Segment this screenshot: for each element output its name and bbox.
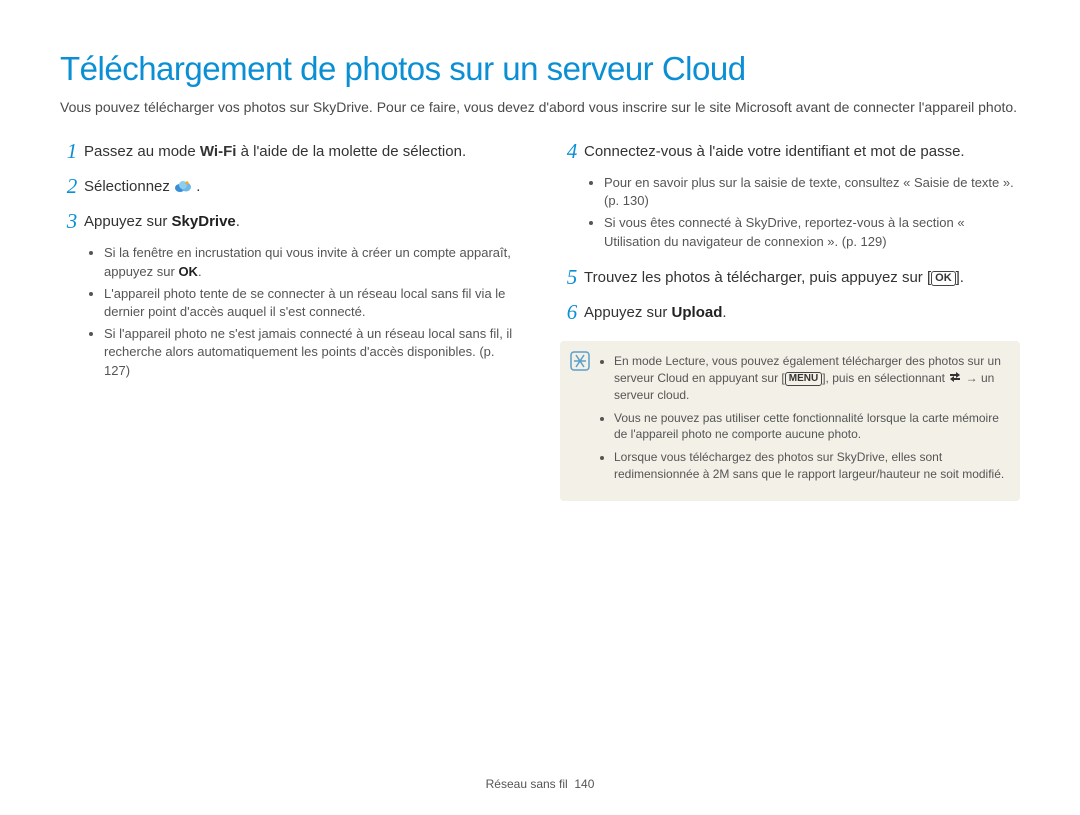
- text-post: à l'aide de la molette de sélection.: [236, 143, 466, 160]
- bullet-pre: Si la fenêtre en incrustation qui vous i…: [104, 245, 511, 278]
- step-number: 1: [60, 139, 84, 164]
- text-pre: Appuyez sur: [84, 213, 172, 230]
- text-pre: Appuyez sur: [584, 304, 672, 321]
- step-1: 1 Passez au mode Wi-Fi à l'aide de la mo…: [60, 139, 520, 164]
- step-text: Appuyez sur Upload.: [584, 300, 727, 324]
- bullet-post: .: [198, 264, 202, 279]
- step-2: 2 Sélectionnez .: [60, 174, 520, 199]
- step-3-bullets: Si la fenêtre en incrustation qui vous i…: [104, 244, 520, 379]
- left-column: 1 Passez au mode Wi-Fi à l'aide de la mo…: [60, 139, 520, 501]
- footer-page-number: 140: [574, 777, 594, 791]
- note-item: Lorsque vous téléchargez des photos sur …: [614, 449, 1006, 483]
- skydrive-label: SkyDrive: [172, 213, 236, 230]
- bullet-item: Pour en savoir plus sur la saisie de tex…: [604, 174, 1020, 210]
- text-post: .: [722, 304, 726, 321]
- upload-label: Upload: [672, 304, 723, 321]
- page-footer: Réseau sans fil 140: [0, 777, 1080, 791]
- note-icon: [570, 351, 590, 371]
- text-pre: Sélectionnez: [84, 178, 174, 195]
- step-text: Sélectionnez .: [84, 174, 200, 198]
- step-text: Trouvez les photos à télécharger, puis a…: [584, 265, 964, 289]
- two-column-layout: 1 Passez au mode Wi-Fi à l'aide de la mo…: [60, 139, 1020, 501]
- step-number: 4: [560, 139, 584, 164]
- cloud-icon: [174, 177, 192, 189]
- footer-section: Réseau sans fil: [486, 777, 568, 791]
- step-text: Connectez-vous à l'aide votre identifian…: [584, 139, 965, 163]
- page-title: Téléchargement de photos sur un serveur …: [60, 50, 1020, 88]
- step-5: 5 Trouvez les photos à télécharger, puis…: [560, 265, 1020, 290]
- step-number: 3: [60, 209, 84, 234]
- step-4: 4 Connectez-vous à l'aide votre identifi…: [560, 139, 1020, 164]
- text-pre: Trouvez les photos à télécharger, puis a…: [584, 269, 931, 286]
- note-box: En mode Lecture, vous pouvez également t…: [560, 341, 1020, 501]
- menu-button-icon: MENU: [785, 372, 822, 386]
- step-text: Passez au mode Wi-Fi à l'aide de la mole…: [84, 139, 466, 163]
- bullet-item: Si la fenêtre en incrustation qui vous i…: [104, 244, 520, 280]
- step-text: Appuyez sur SkyDrive.: [84, 209, 240, 233]
- step-number: 2: [60, 174, 84, 199]
- note-item: En mode Lecture, vous pouvez également t…: [614, 353, 1006, 403]
- step-3: 3 Appuyez sur SkyDrive.: [60, 209, 520, 234]
- text-post: ].: [956, 269, 964, 286]
- bullet-item: Si vous êtes connecté à SkyDrive, report…: [604, 214, 1020, 250]
- wifi-label: Wi-Fi: [200, 143, 237, 160]
- note-item: Vous ne pouvez pas utiliser cette foncti…: [614, 410, 1006, 444]
- note-list: En mode Lecture, vous pouvez également t…: [600, 353, 1006, 483]
- text-post: .: [236, 213, 240, 230]
- step-number: 6: [560, 300, 584, 325]
- step-4-bullets: Pour en savoir plus sur la saisie de tex…: [604, 174, 1020, 251]
- share-icon: [948, 370, 962, 384]
- ok-label: OK: [178, 264, 198, 279]
- text-pre: Passez au mode: [84, 143, 200, 160]
- note-mid: ], puis en sélectionnant: [822, 371, 948, 385]
- bullet-item: Si l'appareil photo ne s'est jamais conn…: [104, 325, 520, 380]
- step-6: 6 Appuyez sur Upload.: [560, 300, 1020, 325]
- text-post: .: [196, 178, 200, 195]
- bullet-item: L'appareil photo tente de se connecter à…: [104, 285, 520, 321]
- step-number: 5: [560, 265, 584, 290]
- right-column: 4 Connectez-vous à l'aide votre identifi…: [560, 139, 1020, 501]
- page: Téléchargement de photos sur un serveur …: [0, 0, 1080, 815]
- intro-paragraph: Vous pouvez télécharger vos photos sur S…: [60, 98, 1020, 117]
- ok-button-icon: OK: [931, 271, 956, 286]
